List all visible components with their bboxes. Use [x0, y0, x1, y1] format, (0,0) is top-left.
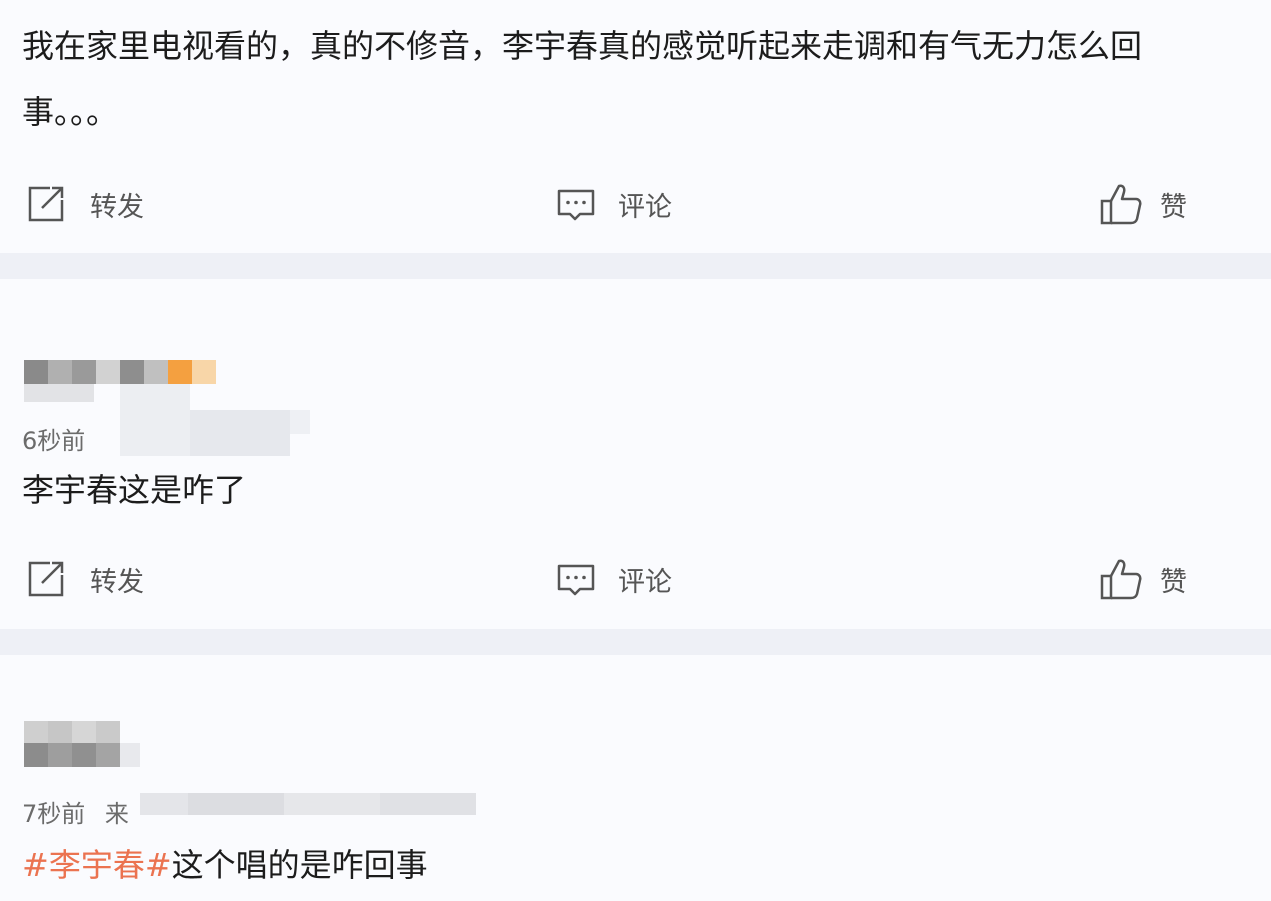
comment-icon	[556, 559, 596, 599]
hashtag-link[interactable]: #李宇春#	[22, 846, 172, 884]
thumbs-up-icon	[1100, 182, 1142, 226]
post-actions: 转发 评论 赞	[0, 180, 1271, 228]
comment-card: 7秒前 来 #李宇春#这个唱的是咋回事	[0, 655, 1271, 901]
like-button[interactable]: 赞	[1100, 555, 1187, 603]
comment-label: 评论	[618, 191, 672, 223]
repost-icon	[24, 557, 68, 601]
feed: 我在家里电视看的，真的不修音，李宇春真的感觉听起来走调和有气无力怎么回 事。。。…	[0, 0, 1271, 901]
repost-button[interactable]: 转发	[24, 555, 144, 603]
source-prefix: 来	[104, 800, 129, 828]
comment-text: 李宇春这是咋了	[22, 471, 247, 509]
repost-label: 转发	[90, 191, 144, 223]
repost-label: 转发	[90, 566, 144, 598]
card-divider	[0, 629, 1271, 655]
comment-timestamp: 6秒前	[22, 427, 86, 455]
card-divider	[0, 253, 1271, 279]
post-text-line2: 事。。。	[22, 93, 119, 131]
comment-actions: 转发 评论 赞	[0, 555, 1271, 603]
comment-meta: 7秒前 来	[22, 794, 129, 829]
comment-button[interactable]: 评论	[556, 180, 672, 228]
comment-timestamp: 7秒前	[22, 800, 86, 828]
comment-icon	[556, 184, 596, 224]
thumbs-up-icon	[1100, 557, 1142, 601]
post-card: 我在家里电视看的，真的不修音，李宇春真的感觉听起来走调和有气无力怎么回 事。。。…	[0, 0, 1271, 253]
repost-button[interactable]: 转发	[24, 180, 144, 228]
comment-card: 6秒前 李宇春这是咋了 转发 评论 赞	[0, 279, 1271, 629]
like-button[interactable]: 赞	[1100, 180, 1187, 228]
post-text-line1: 我在家里电视看的，真的不修音，李宇春真的感觉听起来走调和有气无力怎么回	[22, 27, 1143, 65]
like-label: 赞	[1160, 191, 1187, 223]
comment-button[interactable]: 评论	[556, 555, 672, 603]
comment-text: #李宇春#这个唱的是咋回事	[22, 840, 428, 886]
comment-label: 评论	[618, 566, 672, 598]
repost-icon	[24, 182, 68, 226]
comment-body: 这个唱的是咋回事	[171, 846, 428, 884]
like-label: 赞	[1160, 566, 1187, 598]
